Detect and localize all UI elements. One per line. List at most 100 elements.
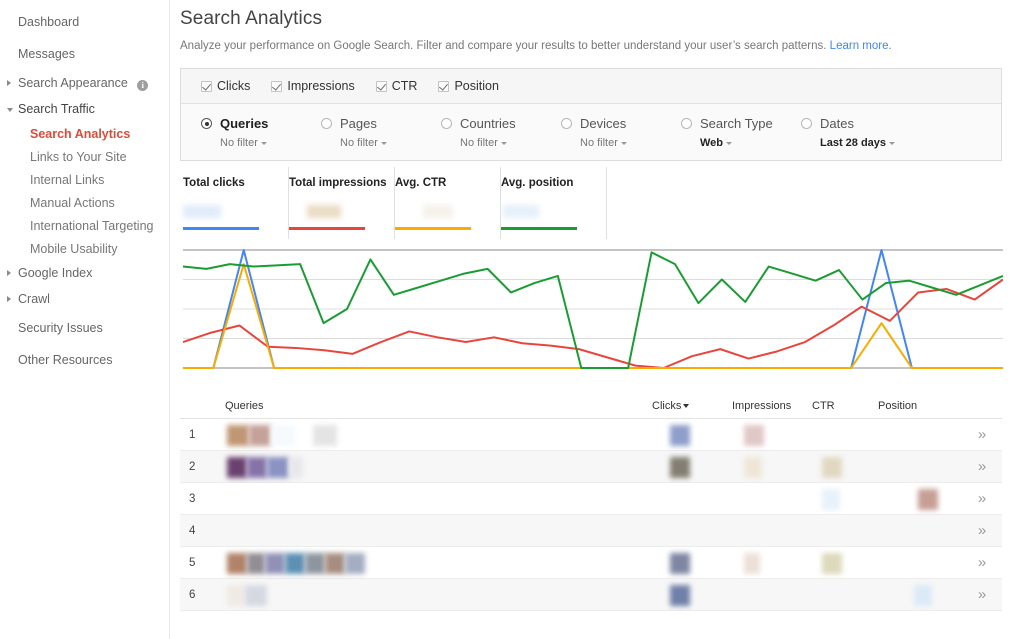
metric-value-redacted (503, 205, 539, 218)
dimension-devices[interactable]: Devices No filter (561, 116, 681, 149)
sidebar-item-international-targeting[interactable]: International Targeting (0, 214, 169, 237)
expand-row-icon[interactable]: » (960, 426, 1002, 443)
sidebar-item-internal-links[interactable]: Internal Links (0, 168, 169, 191)
expand-row-icon[interactable]: » (960, 458, 1002, 475)
cell-query-redacted (225, 419, 652, 450)
table-row[interactable]: 6» (180, 579, 1002, 611)
metric-label: Total clicks (183, 167, 278, 189)
sidebar-item-other-resources[interactable]: Other Resources (0, 344, 169, 376)
cell-impressions-redacted (732, 579, 812, 610)
cell-rank: 2 (183, 461, 225, 473)
sidebar-item-mobile-usability[interactable]: Mobile Usability (0, 237, 169, 260)
metric-total-impressions[interactable]: Total impressions (289, 167, 395, 239)
metric-total-clicks[interactable]: Total clicks (183, 167, 289, 239)
dimension-queries[interactable]: Queries No filter (201, 116, 321, 149)
column-header-impressions[interactable]: Impressions (732, 400, 812, 412)
dimension-row: Queries No filter Pages No filter (181, 104, 1001, 160)
checkbox-label: Impressions (287, 79, 354, 93)
dimension-search-type-filter[interactable]: Web (681, 137, 801, 149)
expand-row-icon[interactable]: » (960, 522, 1002, 539)
cell-ctr-redacted (812, 515, 878, 546)
redaction-block (744, 553, 760, 574)
cell-clicks-redacted (652, 515, 732, 546)
sidebar-item-label: Security Issues (18, 321, 103, 335)
dimension-countries-filter[interactable]: No filter (441, 137, 561, 149)
redaction-block (670, 425, 690, 446)
checkmark-icon (376, 81, 387, 92)
metric-checkbox-row: Clicks Impressions CTR Position (181, 69, 1001, 104)
cell-impressions-redacted (732, 451, 812, 482)
table-row[interactable]: 3» (180, 483, 1002, 515)
radio-icon[interactable] (201, 118, 212, 129)
checkbox-impressions[interactable]: Impressions (271, 79, 354, 93)
cell-query-redacted (225, 579, 652, 610)
metric-value-redacted (423, 205, 453, 218)
cell-position-redacted (878, 451, 960, 482)
learn-more-link[interactable]: Learn more (830, 40, 889, 52)
sidebar-group-crawl[interactable]: Crawl (0, 286, 169, 312)
dimension-queries-radio-row[interactable]: Queries (201, 116, 321, 131)
sidebar-item-security-issues[interactable]: Security Issues (0, 312, 169, 344)
dimension-pages-filter[interactable]: No filter (321, 137, 441, 149)
checkbox-clicks[interactable]: Clicks (201, 79, 250, 93)
radio-icon[interactable] (801, 118, 812, 129)
checkbox-position[interactable]: Position (438, 79, 498, 93)
radio-icon[interactable] (321, 118, 332, 129)
sidebar-group-search-appearance[interactable]: Search Appearance i (0, 70, 169, 96)
cell-clicks-redacted (652, 451, 732, 482)
checkmark-icon (271, 81, 282, 92)
cell-query-redacted (225, 547, 652, 578)
table-row[interactable]: 4» (180, 515, 1002, 547)
redaction-block (670, 585, 690, 606)
dimension-dates-radio-row[interactable]: Dates (801, 116, 921, 131)
dimension-countries[interactable]: Countries No filter (441, 116, 561, 149)
dimension-dates-filter[interactable]: Last 28 days (801, 137, 921, 149)
expand-row-icon[interactable]: » (960, 490, 1002, 507)
dimension-devices-filter[interactable]: No filter (561, 137, 681, 149)
page-description-period: . (888, 40, 891, 52)
column-header-queries[interactable]: Queries (225, 400, 652, 412)
checkbox-ctr[interactable]: CTR (376, 79, 418, 93)
column-header-ctr[interactable]: CTR (812, 400, 878, 412)
radio-icon[interactable] (441, 118, 452, 129)
redaction-block (822, 457, 842, 478)
metric-avg-ctr[interactable]: Avg. CTR (395, 167, 501, 239)
table-row[interactable]: 1» (180, 419, 1002, 451)
chevron-down-icon (7, 108, 13, 112)
dimension-pages[interactable]: Pages No filter (321, 116, 441, 149)
dimension-search-type-radio-row[interactable]: Search Type (681, 116, 801, 131)
redaction-block (247, 457, 267, 478)
metric-avg-position[interactable]: Avg. position (501, 167, 607, 239)
sidebar-group-google-index[interactable]: Google Index (0, 260, 169, 286)
dimension-devices-radio-row[interactable]: Devices (561, 116, 681, 131)
dimension-search-type[interactable]: Search Type Web (681, 116, 801, 149)
redaction-block (285, 553, 305, 574)
sidebar-item-dashboard[interactable]: Dashboard (0, 6, 169, 38)
page-description-text: Analyze your performance on Google Searc… (180, 40, 826, 52)
search-analytics-chart[interactable] (180, 243, 1002, 379)
dimension-dates[interactable]: Dates Last 28 days (801, 116, 921, 149)
dimension-queries-filter[interactable]: No filter (201, 137, 321, 149)
sidebar-group-search-traffic[interactable]: Search Traffic (0, 96, 169, 122)
expand-row-icon[interactable]: » (960, 586, 1002, 603)
redaction-block (670, 457, 690, 478)
sidebar-item-messages[interactable]: Messages (0, 38, 169, 70)
dimension-pages-radio-row[interactable]: Pages (321, 116, 441, 131)
dimension-countries-radio-row[interactable]: Countries (441, 116, 561, 131)
sidebar-item-links-to-your-site[interactable]: Links to Your Site (0, 145, 169, 168)
column-header-position[interactable]: Position (878, 400, 960, 412)
cell-impressions-redacted (732, 515, 812, 546)
info-icon[interactable]: i (137, 80, 148, 91)
dimension-label: Devices (580, 116, 626, 131)
expand-row-icon[interactable]: » (960, 554, 1002, 571)
radio-icon[interactable] (561, 118, 572, 129)
radio-icon[interactable] (681, 118, 692, 129)
redaction-block (822, 553, 842, 574)
sidebar-item-search-analytics[interactable]: Search Analytics (0, 122, 169, 145)
table-row[interactable]: 2» (180, 451, 1002, 483)
sidebar-item-manual-actions[interactable]: Manual Actions (0, 191, 169, 214)
table-row[interactable]: 5» (180, 547, 1002, 579)
column-header-clicks[interactable]: Clicks (652, 400, 732, 412)
main-content: Search Analytics Analyze your performanc… (170, 0, 1024, 639)
filter-value: No filter (460, 137, 498, 149)
